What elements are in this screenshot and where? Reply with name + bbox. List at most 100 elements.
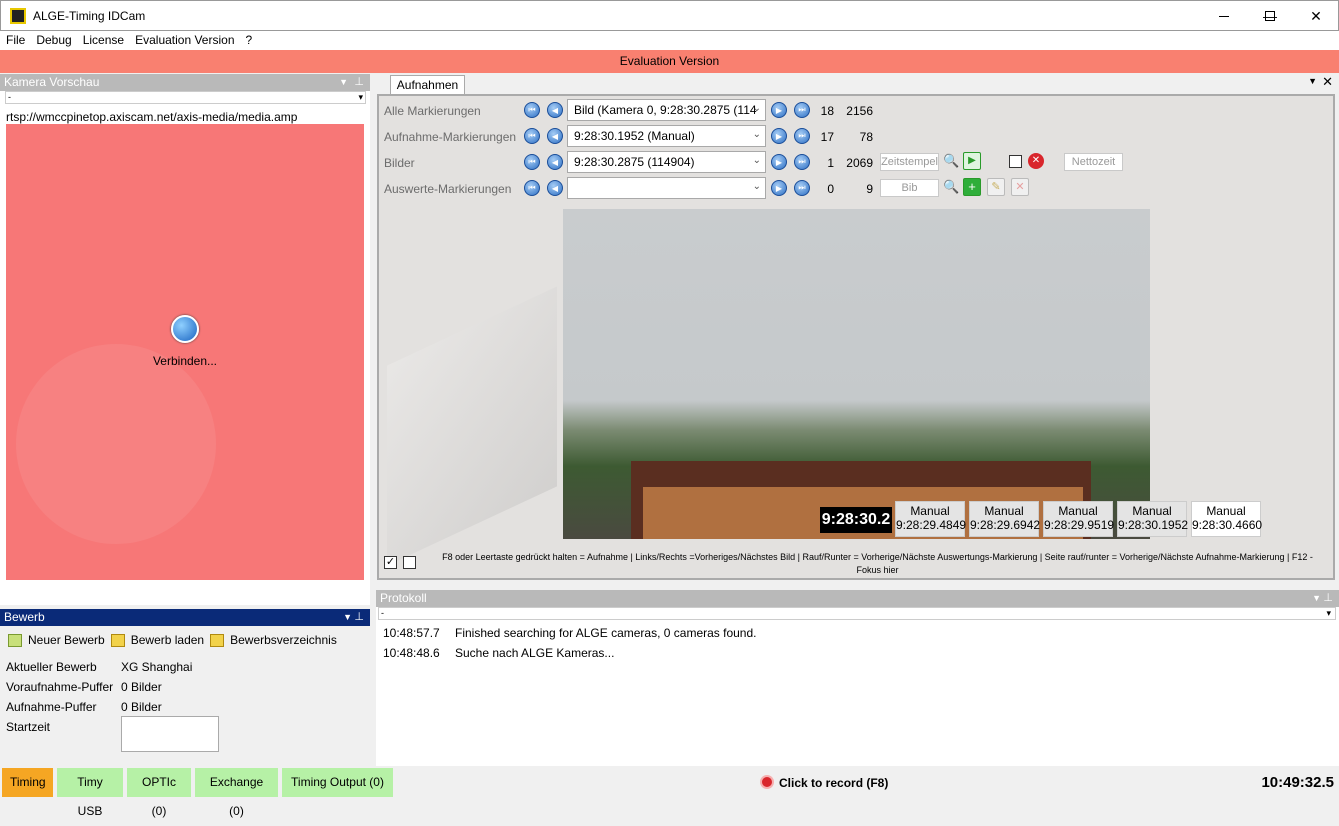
- menu-evaluation[interactable]: Evaluation Version: [129, 31, 239, 47]
- menu-license[interactable]: License: [77, 31, 129, 47]
- prev-icon[interactable]: ◀: [547, 128, 563, 144]
- camera-preview-area: [6, 124, 364, 580]
- images-count: 2069: [846, 156, 873, 170]
- last-icon[interactable]: ⏭: [794, 128, 810, 144]
- evaluation-marks-select[interactable]: ⌄: [567, 177, 766, 199]
- camera-url: rtsp://wmccpinetop.axiscam.net/axis-medi…: [6, 110, 298, 124]
- prev-icon[interactable]: ◀: [547, 180, 563, 196]
- new-competition-icon: [8, 633, 22, 647]
- prev-icon[interactable]: ◀: [547, 102, 563, 118]
- edit-icon[interactable]: ✎: [987, 178, 1005, 196]
- last-icon[interactable]: ⏭: [794, 154, 810, 170]
- timy-usb-button[interactable]: Timy USB: [57, 768, 123, 818]
- new-competition-button[interactable]: Neuer Bewerb: [28, 633, 105, 647]
- maximize-button[interactable]: [1247, 1, 1293, 31]
- minimize-button-2[interactable]: [1201, 1, 1247, 31]
- current-competition-value: XG Shanghai: [121, 660, 193, 674]
- checkbox-checked[interactable]: ✓: [384, 556, 397, 569]
- log-time: 10:48:57.7: [383, 626, 440, 640]
- record-buffer-label: Aufnahme-Puffer: [6, 700, 97, 714]
- app-icon: [10, 8, 26, 24]
- competition-panel: Bewerb ▼ ⊥ Neuer Bewerb Bewerb laden Bew…: [0, 609, 370, 765]
- log-title: Protokoll: [380, 591, 427, 605]
- folder-icon: [210, 633, 225, 647]
- menu-file[interactable]: File: [0, 31, 30, 47]
- next-icon[interactable]: ▶: [771, 154, 787, 170]
- connect-icon[interactable]: [171, 315, 199, 343]
- next-icon[interactable]: ▶: [771, 128, 787, 144]
- last-icon[interactable]: ⏭: [794, 102, 810, 118]
- all-marks-select[interactable]: Bild (Kamera 0, 9:28:30.2875 (114 ⌄: [567, 99, 766, 121]
- panel-menu-icon[interactable]: ▼: [1308, 76, 1317, 86]
- record-button[interactable]: Click to record (F8): [779, 776, 888, 790]
- first-icon[interactable]: ⏮: [524, 180, 540, 196]
- camera-preview-header: Kamera Vorschau ▼ ⊥: [0, 74, 370, 91]
- mark-4[interactable]: Manual 9:28:30.1952: [1117, 501, 1188, 537]
- prerecord-buffer-label: Voraufnahme-Puffer: [6, 680, 114, 694]
- competition-header: Bewerb ▼ ⊥: [0, 609, 370, 626]
- mark-1[interactable]: Manual 9:28:29.4849: [895, 501, 966, 537]
- play-icon[interactable]: ▶: [963, 152, 981, 170]
- timing-button[interactable]: Timing: [2, 768, 53, 797]
- pin-icon[interactable]: ⊥: [354, 74, 364, 91]
- first-icon[interactable]: ⏮: [524, 128, 540, 144]
- remove-icon[interactable]: ✕: [1011, 178, 1029, 196]
- load-competition-button[interactable]: Bewerb laden: [131, 633, 204, 647]
- competition-directory-button[interactable]: Bewerbsverzeichnis: [230, 633, 337, 647]
- mark-5[interactable]: Manual 9:28:30.4660: [1191, 501, 1262, 537]
- start-time-label: Startzeit: [6, 720, 51, 734]
- log-panel: Protokoll ▼ ⊥ - ▾ 10:48:57.7 Finished sea…: [376, 590, 1339, 766]
- next-icon[interactable]: ▶: [771, 102, 787, 118]
- panel-menu-icon[interactable]: ▼: [343, 609, 352, 626]
- checkbox-unchecked[interactable]: [403, 556, 416, 569]
- evaluation-marks-label: Auswerte-Markierungen: [384, 182, 512, 196]
- recorded-image[interactable]: [563, 209, 1150, 539]
- camera-select[interactable]: - ▾: [5, 91, 366, 104]
- log-header: Protokoll ▼ ⊥: [376, 590, 1339, 607]
- pin-icon[interactable]: ⊥: [1323, 590, 1333, 607]
- next-icon[interactable]: ▶: [771, 180, 787, 196]
- record-icon[interactable]: [760, 775, 774, 789]
- timestamp-input[interactable]: Zeitstempel: [880, 153, 939, 171]
- images-select[interactable]: 9:28:30.2875 (114904) ⌄: [567, 151, 766, 173]
- net-time-field[interactable]: Nettozeit: [1064, 153, 1123, 171]
- close-icon[interactable]: ✕: [1322, 74, 1333, 90]
- tab-recordings[interactable]: Aufnahmen: [390, 75, 465, 95]
- bib-input[interactable]: Bib: [880, 179, 939, 197]
- optic-button[interactable]: OPTIc (0): [127, 768, 191, 818]
- title-bar: ALGE-Timing IDCam — ✕: [0, 0, 1339, 31]
- mark-2[interactable]: Manual 9:28:29.6942: [969, 501, 1040, 537]
- last-icon[interactable]: ⏭: [794, 180, 810, 196]
- exchange-button[interactable]: Exchange (0): [195, 768, 278, 818]
- timing-output-button[interactable]: Timing Output (0): [282, 768, 393, 797]
- mark-3[interactable]: Manual 9:28:29.9519: [1043, 501, 1114, 537]
- log-message: Finished searching for ALGE cameras, 0 c…: [455, 626, 757, 640]
- close-button[interactable]: ✕: [1293, 1, 1339, 31]
- all-marks-index: 18: [820, 104, 834, 118]
- log-time: 10:48:48.6: [383, 646, 440, 660]
- menu-help[interactable]: ?: [240, 31, 258, 47]
- prerecord-buffer-value: 0 Bilder: [121, 680, 162, 694]
- first-icon[interactable]: ⏮: [524, 154, 540, 170]
- panel-menu-icon[interactable]: ▼: [339, 74, 348, 91]
- all-marks-count: 2156: [846, 104, 873, 118]
- camera-preview-title: Kamera Vorschau: [4, 75, 100, 89]
- first-icon[interactable]: ⏮: [524, 102, 540, 118]
- delete-icon[interactable]: ✕: [1028, 153, 1044, 169]
- recording-marks-select[interactable]: 9:28:30.1952 (Manual) ⌄: [567, 125, 766, 147]
- webcam-watermark-icon: [16, 344, 216, 544]
- pin-icon[interactable]: ⊥: [354, 609, 364, 626]
- evaluation-marks-index: 0: [827, 182, 834, 196]
- search-icon[interactable]: 🔍: [943, 153, 959, 169]
- search-icon[interactable]: 🔍: [943, 179, 959, 195]
- competition-title: Bewerb: [4, 610, 45, 624]
- panel-menu-icon[interactable]: ▼: [1312, 590, 1321, 607]
- add-icon[interactable]: +: [963, 178, 981, 196]
- start-time-field[interactable]: [121, 716, 219, 752]
- net-time-checkbox[interactable]: [1009, 155, 1022, 168]
- help-text: F8 oder Leertaste gedrückt halten = Aufn…: [442, 552, 1313, 575]
- prev-icon[interactable]: ◀: [547, 154, 563, 170]
- recording-marks-count: 78: [859, 130, 873, 144]
- log-filter-select[interactable]: - ▾: [378, 607, 1336, 620]
- menu-debug[interactable]: Debug: [30, 31, 76, 47]
